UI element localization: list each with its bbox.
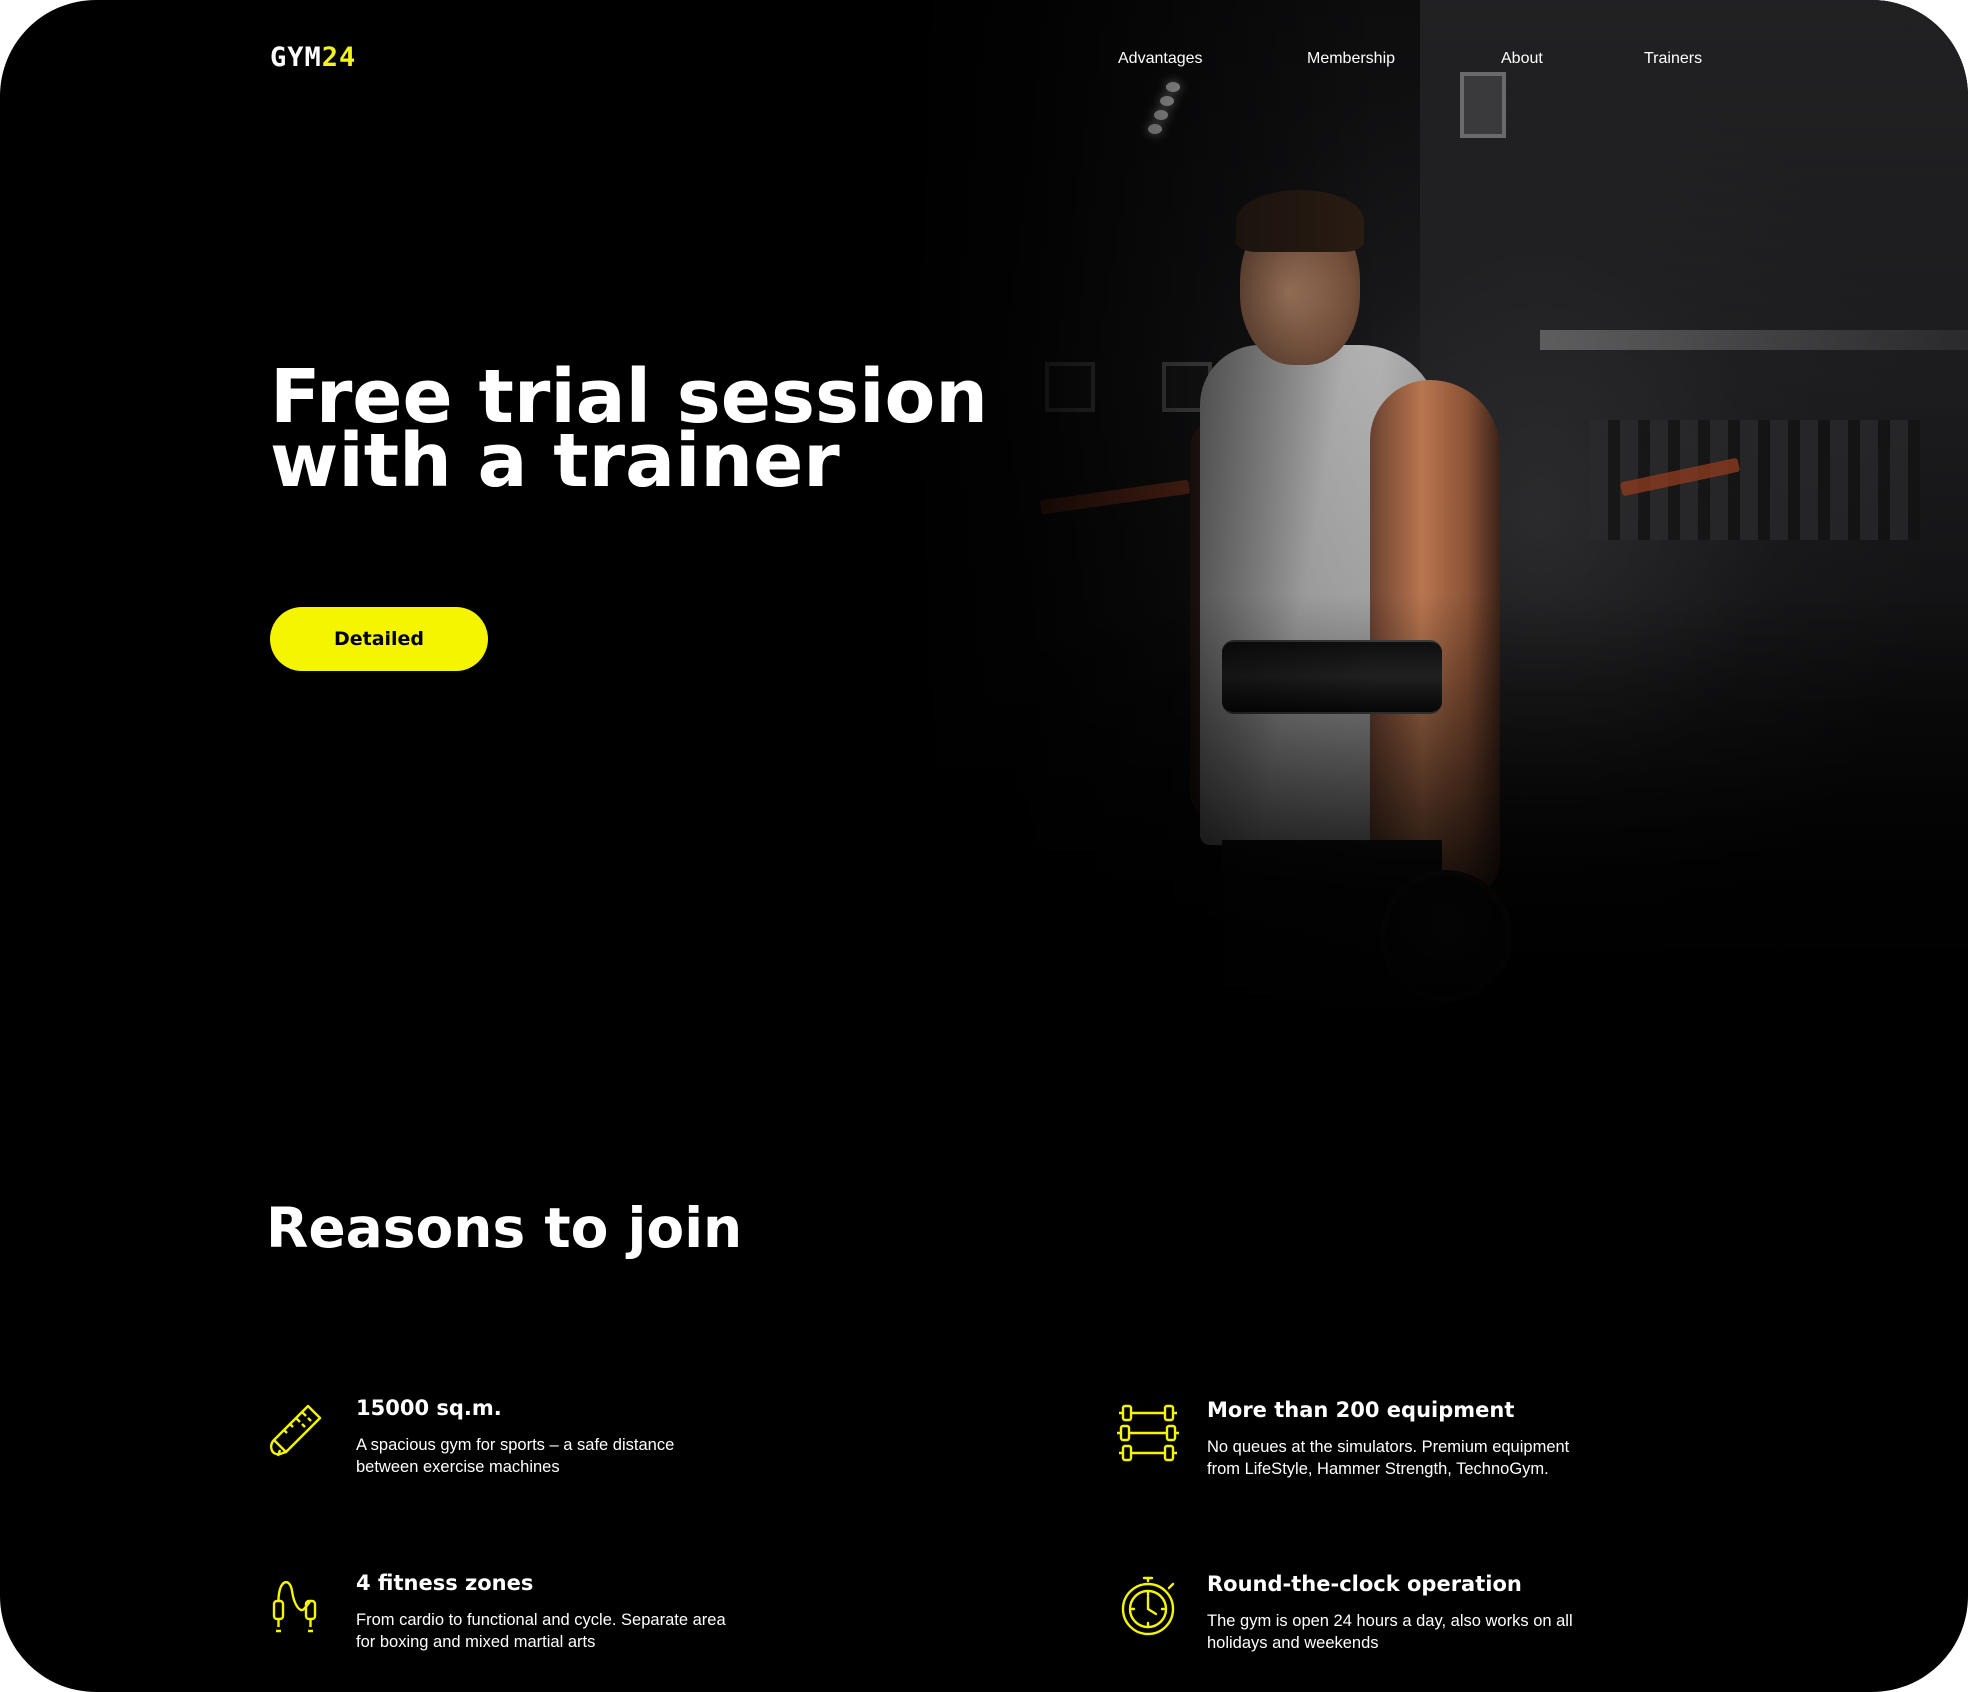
reason-description: A spacious gym for sports – a safe dista… — [356, 1434, 836, 1478]
reason-title: 15000 sq.m. — [356, 1396, 502, 1420]
reason-description: From cardio to functional and cycle. Sep… — [356, 1609, 836, 1653]
reason-description: No queues at the simulators. Premium equ… — [1207, 1436, 1687, 1480]
reason-title: 4 fitness zones — [356, 1571, 534, 1595]
dumbbells-icon — [1117, 1404, 1179, 1462]
reasons-title: Reasons to join — [266, 1196, 743, 1260]
reason-description-line-2: between exercise machines — [356, 1458, 560, 1476]
reason-title: More than 200 equipment — [1207, 1398, 1515, 1422]
reason-description-line-2: holidays and weekends — [1207, 1634, 1379, 1652]
reason-description-line-2: from LifeStyle, Hammer Strength, TechnoG… — [1207, 1460, 1549, 1478]
reason-description-line-1: From cardio to functional and cycle. Sep… — [356, 1611, 726, 1629]
nav-advantages[interactable]: Advantages — [1118, 50, 1203, 68]
reason-description-line-1: No queues at the simulators. Premium equ… — [1207, 1438, 1570, 1456]
gym24-logo[interactable]: GYM24 — [270, 42, 356, 73]
hero-photo — [900, 0, 1968, 1080]
reason-description-line-1: A spacious gym for sports – a safe dista… — [356, 1436, 675, 1454]
nav-membership[interactable]: Membership — [1307, 50, 1395, 68]
measuring-tape-icon — [269, 1404, 322, 1457]
detailed-button[interactable]: Detailed — [270, 607, 488, 671]
nav-trainers[interactable]: Trainers — [1644, 50, 1702, 68]
reason-description-line-2: for boxing and mixed martial arts — [356, 1633, 596, 1651]
logo-accent: 24 — [321, 42, 357, 73]
logo-main: GYM — [270, 42, 322, 73]
hero-title: Free trial session with a trainer — [270, 360, 1170, 504]
jump-rope-icon — [272, 1581, 317, 1633]
page-frame: GYM24 Advantages Membership About Traine… — [0, 0, 1968, 1692]
hero-title-line-2: with a trainer — [270, 418, 840, 504]
reason-description-line-1: The gym is open 24 hours a day, also wor… — [1207, 1612, 1573, 1630]
reason-title: Round-the-clock operation — [1207, 1572, 1522, 1596]
nav-about[interactable]: About — [1501, 50, 1543, 68]
reason-description: The gym is open 24 hours a day, also wor… — [1207, 1610, 1687, 1654]
clock-icon — [1121, 1576, 1175, 1636]
